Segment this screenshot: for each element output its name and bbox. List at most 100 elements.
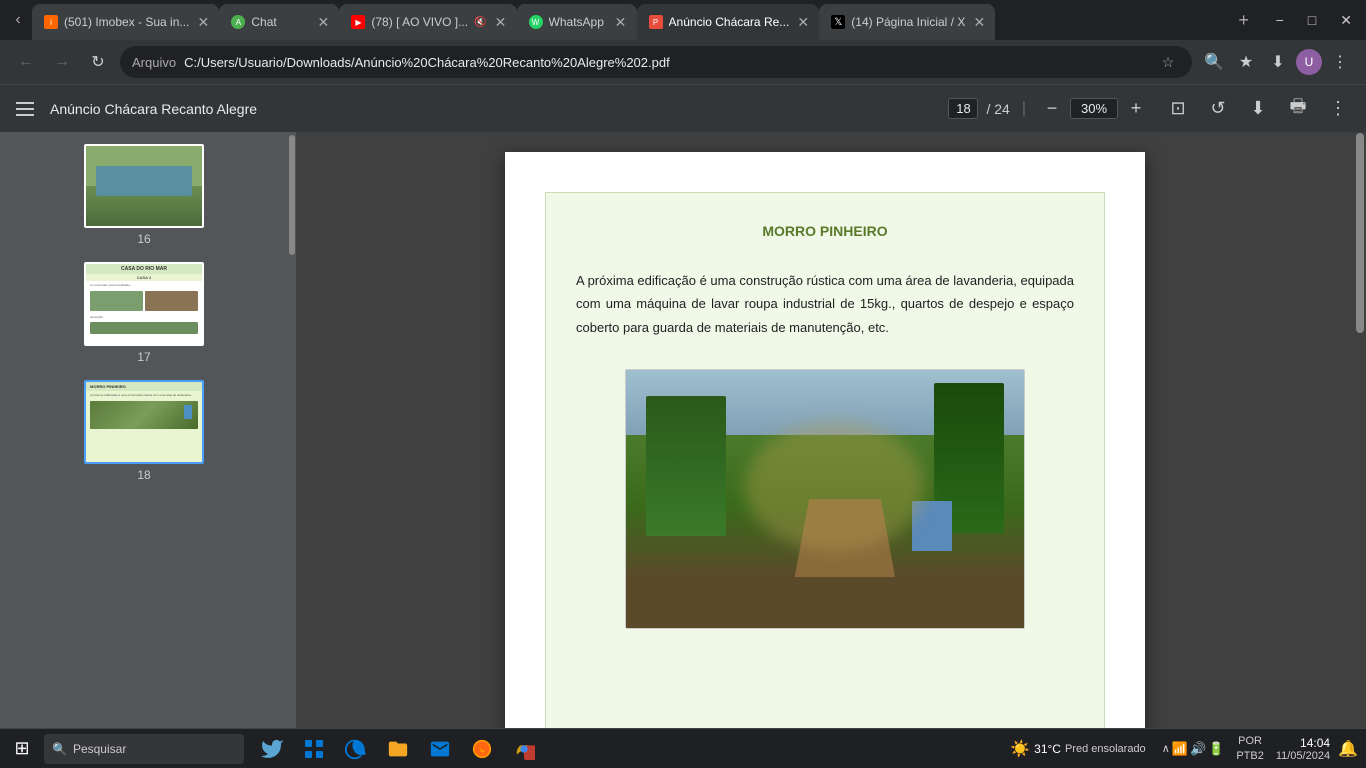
language-display[interactable]: POR PTB2 bbox=[1232, 734, 1268, 763]
page-content-area: MORRO PINHEIRO A próxima edificação é um… bbox=[545, 192, 1105, 728]
address-field[interactable]: Arquivo C:/Users/Usuario/Downloads/Anúnc… bbox=[120, 46, 1192, 78]
back-button[interactable]: ← bbox=[12, 48, 40, 76]
right-scrollbar[interactable] bbox=[1354, 132, 1366, 728]
thumb-box-18: MORRO PINHEIRO A próxima edificação é um… bbox=[84, 380, 204, 464]
thumb17-img2 bbox=[145, 291, 198, 311]
tab-close-whatsapp[interactable]: ✕ bbox=[613, 14, 629, 30]
thumb-box-16 bbox=[84, 144, 204, 228]
taskbar-email[interactable] bbox=[420, 729, 460, 768]
zoom-in-button[interactable]: + bbox=[1122, 95, 1150, 123]
address-right-icons: ☆ bbox=[1156, 50, 1180, 74]
taskbar-explorer[interactable] bbox=[378, 729, 418, 768]
pdf-main: 16 CASA DO RIO MAR CASA 2 A construção n… bbox=[0, 132, 1366, 728]
tab-mute-icon: 🔇 bbox=[474, 17, 486, 28]
panel-scrollbar[interactable] bbox=[288, 132, 296, 728]
tab-close-pdf[interactable]: ✕ bbox=[795, 14, 811, 30]
pdf-content[interactable]: MORRO PINHEIRO A próxima edificação é um… bbox=[296, 132, 1354, 728]
profile-button[interactable]: U bbox=[1296, 49, 1322, 75]
email-icon bbox=[428, 737, 452, 761]
zoom-out-button[interactable]: − bbox=[1038, 95, 1066, 123]
clock-widget[interactable]: 14:04 11/05/2024 bbox=[1272, 736, 1334, 762]
thumb17-img1 bbox=[90, 291, 143, 311]
favicon-youtube: ▶ bbox=[351, 15, 365, 29]
tab-chat[interactable]: A Chat ✕ bbox=[219, 4, 339, 40]
search-icon: 🔍 bbox=[52, 742, 67, 756]
thumbnail-16[interactable]: 16 bbox=[84, 144, 204, 246]
bookmark-button[interactable]: ☆ bbox=[1156, 50, 1180, 74]
pdf-page-separator: / 24 bbox=[986, 101, 1009, 117]
forward-button[interactable]: → bbox=[48, 48, 76, 76]
lang-region: PTB2 bbox=[1236, 749, 1264, 763]
minimize-button[interactable]: − bbox=[1266, 8, 1294, 32]
tab-scroll-left[interactable]: ‹ bbox=[4, 6, 32, 34]
tabs-container: i (501) Imobex - Sua in... ✕ A Chat ✕ ▶ … bbox=[32, 0, 1230, 40]
thumb17-bottom-text: descrição... bbox=[86, 313, 202, 321]
clock-time: 14:04 bbox=[1276, 736, 1330, 750]
weather-widget[interactable]: ☀️ 31°C Pred ensolarado bbox=[1002, 739, 1153, 759]
network-icon: 📶 bbox=[1172, 741, 1188, 757]
explorer-icon bbox=[386, 737, 410, 761]
taskbar-bird-app[interactable] bbox=[252, 729, 292, 768]
windows-icon: ⊞ bbox=[14, 738, 29, 759]
system-tray[interactable]: ∧ 📶 🔊 🔋 bbox=[1158, 741, 1229, 757]
favicon-imobex: i bbox=[44, 15, 58, 29]
taskbar-clock: 14:04 11/05/2024 bbox=[1276, 736, 1330, 762]
favicon-whatsapp: W bbox=[529, 15, 543, 29]
weather-temp: 31°C bbox=[1034, 742, 1061, 756]
right-scroll-thumb bbox=[1356, 133, 1364, 333]
taskbar-taskview[interactable] bbox=[294, 729, 334, 768]
pdf-divider: | bbox=[1022, 100, 1026, 118]
taskbar-search[interactable]: 🔍 Pesquisar bbox=[44, 734, 244, 764]
pdf-download-button[interactable]: ⬇ bbox=[1242, 93, 1274, 125]
tab-close-twitter[interactable]: ✕ bbox=[971, 14, 987, 30]
zoom-value: 30% bbox=[1070, 98, 1118, 119]
tab-twitter[interactable]: 𝕏 (14) Página Inicial / X ✕ bbox=[819, 4, 995, 40]
pdf-page: MORRO PINHEIRO A próxima edificação é um… bbox=[505, 152, 1145, 728]
pdf-menu-button[interactable] bbox=[12, 98, 38, 120]
favicon-twitter: 𝕏 bbox=[831, 15, 845, 29]
taskbar-edge[interactable] bbox=[336, 729, 376, 768]
page-section-title: MORRO PINHEIRO bbox=[576, 223, 1074, 239]
tab-youtube[interactable]: ▶ (78) [ AO VIVO ]... 🔇 ✕ bbox=[339, 4, 516, 40]
pdf-zoom-controls: − 30% + bbox=[1038, 95, 1150, 123]
thumb-image-17: CASA DO RIO MAR CASA 2 A construção nest… bbox=[86, 264, 202, 344]
rotate-button[interactable]: ↺ bbox=[1202, 93, 1234, 125]
taskbar-firefox[interactable] bbox=[462, 729, 502, 768]
notification-button[interactable]: 🔔 bbox=[1338, 739, 1358, 759]
refresh-button[interactable]: ↻ bbox=[84, 48, 112, 76]
maximize-button[interactable]: □ bbox=[1298, 8, 1326, 32]
favorites-button[interactable]: ★ bbox=[1232, 48, 1260, 76]
new-tab-button[interactable]: + bbox=[1230, 6, 1258, 34]
tab-bar: ‹ i (501) Imobex - Sua in... ✕ A Chat ✕ … bbox=[0, 0, 1366, 40]
taskbar-right: ☀️ 31°C Pred ensolarado ∧ 📶 🔊 🔋 POR PTB2… bbox=[1002, 734, 1366, 763]
taskbar-apps bbox=[252, 729, 544, 768]
close-button[interactable]: ✕ bbox=[1330, 8, 1362, 33]
tab-close-youtube[interactable]: ✕ bbox=[493, 14, 509, 30]
favicon-chat: A bbox=[231, 15, 245, 29]
tab-imobex[interactable]: i (501) Imobex - Sua in... ✕ bbox=[32, 4, 219, 40]
tab-pdf[interactable]: P Anúncio Chácara Re... ✕ bbox=[637, 4, 820, 40]
downloads-button[interactable]: ⬇ bbox=[1264, 48, 1292, 76]
start-button[interactable]: ⊞ bbox=[0, 729, 44, 768]
thumbnail-18[interactable]: MORRO PINHEIRO A próxima edificação é um… bbox=[84, 380, 204, 482]
fit-page-button[interactable]: ⊡ bbox=[1162, 93, 1194, 125]
tab-whatsapp[interactable]: W WhatsApp ✕ bbox=[517, 4, 637, 40]
pdf-page-input[interactable] bbox=[948, 98, 978, 119]
menu-line-3 bbox=[16, 114, 34, 116]
pdf-page-controls: / 24 bbox=[948, 98, 1009, 119]
tab-close-chat[interactable]: ✕ bbox=[315, 14, 331, 30]
pdf-more-button[interactable]: ⋮ bbox=[1322, 93, 1354, 125]
thumb-number-18: 18 bbox=[137, 468, 150, 482]
zoom-browser-button[interactable]: 🔍 bbox=[1200, 48, 1228, 76]
thumbnail-17[interactable]: CASA DO RIO MAR CASA 2 A construção nest… bbox=[84, 262, 204, 364]
taskbar-chrome[interactable] bbox=[504, 729, 544, 768]
pdf-print-button[interactable]: 🖶 bbox=[1282, 93, 1314, 125]
thumb17-section: CASA DO RIO MAR bbox=[86, 264, 202, 274]
lang-code: POR bbox=[1236, 734, 1264, 748]
chrome-icon bbox=[512, 737, 536, 761]
settings-button[interactable]: ⋮ bbox=[1326, 48, 1354, 76]
tab-title-youtube: (78) [ AO VIVO ]... bbox=[371, 15, 468, 29]
pdf-header: Anúncio Chácara Recanto Alegre / 24 | − … bbox=[0, 84, 1366, 132]
toolbar-right: 🔍 ★ ⬇ U ⋮ bbox=[1200, 48, 1354, 76]
tab-close-imobex[interactable]: ✕ bbox=[195, 14, 211, 30]
